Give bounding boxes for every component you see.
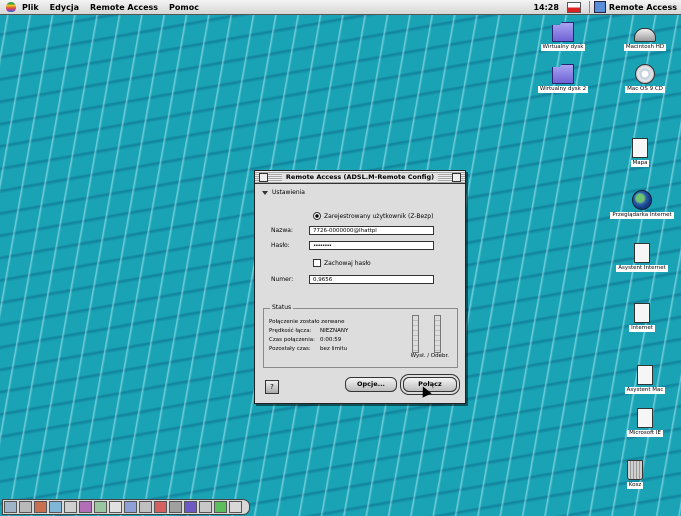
application-icon — [593, 1, 606, 13]
control-strip[interactable] — [2, 499, 250, 515]
help-icon[interactable]: ? — [265, 380, 279, 394]
desktop-icon-microsoft-ie[interactable]: Microsoft IE — [610, 408, 680, 439]
document-icon — [637, 408, 653, 428]
control-strip-module-icon[interactable] — [229, 501, 242, 513]
activity-meter-label: Wysł. / Odebr. — [410, 353, 449, 359]
password-field[interactable]: •••••••• — [309, 241, 434, 250]
settings-disclosure[interactable]: Ustawienia — [262, 189, 465, 196]
control-strip-module-icon[interactable] — [49, 501, 62, 513]
window-title: Remote Access (ADSL.M-Remote Config) — [281, 173, 439, 181]
control-strip-module-icon[interactable] — [214, 501, 227, 513]
control-strip-module-icon[interactable] — [79, 501, 92, 513]
desktop-icon-macintosh-hd[interactable]: Macintosh HD — [610, 22, 680, 53]
status-group: Status Połączenie zostało zerwane Prędko… — [263, 304, 458, 368]
control-strip-module-icon[interactable] — [4, 501, 17, 513]
remote-access-window: Remote Access (ADSL.M-Remote Config) Ust… — [254, 170, 466, 404]
options-button[interactable]: Opcje... — [345, 377, 397, 392]
registered-user-label: Zarejestrowany użytkownik (Z-Bezp) — [324, 212, 434, 220]
desktop-icon-label: Macintosh HD — [623, 44, 667, 51]
desktop-icon-internet[interactable]: Internet — [607, 303, 677, 334]
keyboard-layout-icon[interactable] — [566, 1, 581, 13]
disk-icon — [634, 28, 656, 42]
desktop-icon-przegladarka[interactable]: Przeglądarka Internet — [607, 190, 677, 221]
folder-icon — [552, 22, 574, 42]
window-titlebar[interactable]: Remote Access (ADSL.M-Remote Config) — [255, 171, 465, 184]
send-activity-meter — [412, 315, 419, 353]
connection-speed-value: NIEZNANY — [320, 328, 349, 334]
save-password-checkbox[interactable] — [313, 259, 321, 267]
control-strip-module-icon[interactable] — [139, 501, 152, 513]
status-message: Połączenie zostało zerwane — [269, 319, 345, 325]
menu-edit[interactable]: Edycja — [50, 3, 79, 12]
number-row: Numer: 0,9656 — [271, 275, 434, 284]
desktop-icon-label: Asystent Mac — [624, 387, 666, 394]
disclosure-triangle-icon[interactable] — [262, 190, 268, 195]
desktop-icon-label: Mac OS 9 CD — [625, 86, 665, 93]
trash-icon — [627, 460, 643, 480]
menu-help[interactable]: Pomoc — [169, 3, 199, 12]
name-field[interactable]: 7726-0000000@Ihattpl — [309, 226, 434, 235]
connection-time-label: Czas połączenia: — [269, 337, 316, 343]
desktop-icon-label: Microsoft IE — [627, 430, 663, 437]
application-menu-label: Remote Access — [608, 2, 677, 12]
desktop-icon-mac-os-cd[interactable]: Mac OS 9 CD — [610, 64, 680, 95]
menu-remote-access[interactable]: Remote Access — [90, 3, 158, 12]
control-strip-module-icon[interactable] — [64, 501, 77, 513]
desktop-icon-wirtualny-dysk[interactable]: Wirtualny dysk — [528, 22, 598, 53]
password-label: Hasło: — [271, 242, 290, 249]
desktop-icon-label: Asystent Internet — [616, 265, 668, 272]
connection-speed-label: Prędkość łącza: — [269, 328, 312, 334]
control-strip-module-icon[interactable] — [199, 501, 212, 513]
apple-menu-icon[interactable] — [6, 2, 16, 12]
remaining-time-value: bez limitu — [320, 346, 348, 352]
control-strip-module-icon[interactable] — [19, 501, 32, 513]
number-label: Numer: — [271, 276, 294, 283]
desktop-icon-asystent-internet[interactable]: Asystent Internet — [607, 243, 677, 274]
registered-user-radio[interactable] — [313, 212, 321, 220]
password-row: Hasło: •••••••• — [271, 241, 434, 250]
cd-icon — [635, 64, 655, 84]
collapse-box-icon[interactable] — [452, 172, 461, 182]
desktop-icon-label: Mapa — [630, 160, 650, 167]
name-row: Nazwa: 7726-0000000@Ihattpl — [271, 226, 434, 235]
remaining-time-label: Pozostały czas: — [269, 346, 311, 352]
desktop-icon-asystent-mac[interactable]: Asystent Mac — [610, 365, 680, 396]
document-icon — [637, 365, 653, 385]
control-strip-module-icon[interactable] — [184, 501, 197, 513]
control-strip-module-icon[interactable] — [94, 501, 107, 513]
menu-bar: Plik Edycja Remote Access Pomoc 14:28 Re… — [0, 0, 681, 15]
control-strip-module-icon[interactable] — [154, 501, 167, 513]
desktop-icon-label: Przeglądarka Internet — [610, 212, 674, 219]
document-icon — [632, 138, 648, 158]
control-strip-module-icon[interactable] — [124, 501, 137, 513]
globe-icon — [632, 190, 652, 210]
control-strip-module-icon[interactable] — [169, 501, 182, 513]
menubar-clock[interactable]: 14:28 — [533, 3, 558, 12]
connection-time-value: 0:00:59 — [320, 337, 342, 343]
control-strip-module-icon[interactable] — [34, 501, 47, 513]
desktop-icon-label: Wirtualny dysk 2 — [537, 86, 589, 93]
save-password-option[interactable]: Zachowaj hasło — [313, 259, 371, 267]
status-legend: Status — [270, 304, 294, 311]
desktop-icon-mapa[interactable]: Mapa — [605, 138, 675, 169]
number-field[interactable]: 0,9656 — [309, 275, 434, 284]
desktop-icon-label: Wirtualny dysk — [540, 44, 586, 51]
control-strip-module-icon[interactable] — [109, 501, 122, 513]
desktop-icon-kosz[interactable]: Kosz — [600, 460, 670, 491]
name-label: Nazwa: — [271, 227, 293, 234]
menu-file[interactable]: Plik — [22, 3, 39, 12]
desktop-icon-label: Kosz — [626, 482, 644, 489]
registered-user-option[interactable]: Zarejestrowany użytkownik (Z-Bezp) — [313, 212, 433, 220]
document-icon — [634, 303, 650, 323]
settings-section-label: Ustawienia — [272, 189, 305, 196]
application-menu[interactable]: Remote Access — [588, 1, 677, 13]
save-password-label: Zachowaj hasło — [324, 259, 371, 267]
desktop-icon-wirtualny-dysk-2[interactable]: Wirtualny dysk 2 — [528, 64, 598, 95]
folder-icon — [552, 64, 574, 84]
close-box-icon[interactable] — [259, 172, 268, 182]
receive-activity-meter — [434, 315, 441, 353]
desktop-icon-label: Internet — [629, 325, 655, 332]
document-icon — [634, 243, 650, 263]
